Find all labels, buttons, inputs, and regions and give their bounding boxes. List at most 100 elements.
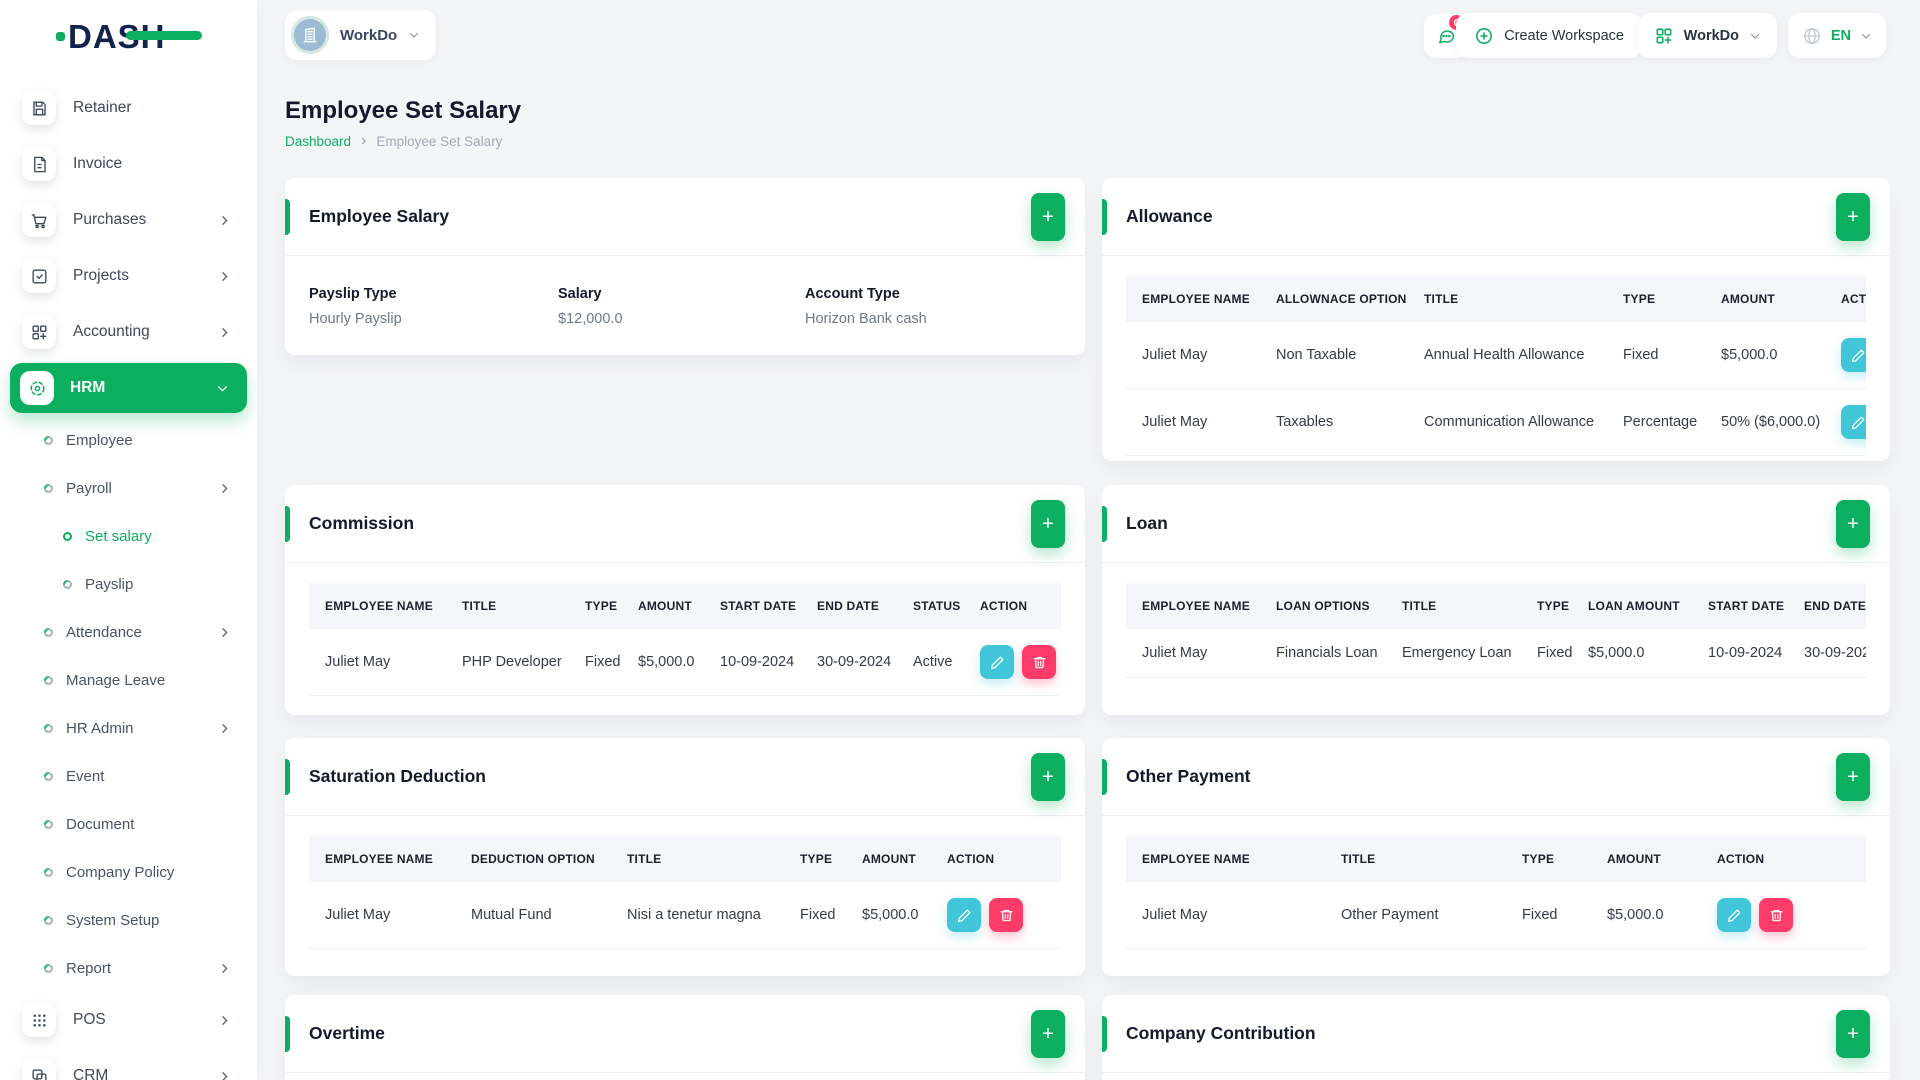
grid-plus-icon xyxy=(22,315,56,349)
bullet-icon xyxy=(42,865,55,879)
sidebar-item-label: Retainer xyxy=(73,99,132,116)
submenu-item-event[interactable]: Event xyxy=(0,752,257,800)
chevron-right-icon xyxy=(218,1070,231,1080)
submenu-item-payslip[interactable]: Payslip xyxy=(0,560,257,608)
edit-button pencil-icon[interactable] xyxy=(980,645,1014,679)
app-menu-button[interactable]: WorkDo xyxy=(1637,13,1777,58)
allowance-table: EMPLOYEE NAME ALLOWNACE OPTION TITLE TYP… xyxy=(1126,276,1866,456)
language-selector[interactable]: EN xyxy=(1787,13,1886,58)
card-title: Saturation Deduction xyxy=(309,766,486,786)
create-workspace-button[interactable]: Create Workspace xyxy=(1456,13,1642,58)
field-account-type: Account Type Horizon Bank cash xyxy=(805,286,927,327)
add-employee-salary-button[interactable]: + xyxy=(1031,193,1065,241)
breadcrumb-dashboard-link[interactable]: Dashboard xyxy=(285,134,351,149)
workspace-avatar building-icon xyxy=(291,16,329,54)
card-title: Commission xyxy=(309,513,415,533)
bullet-icon xyxy=(42,433,55,447)
status-text: Active xyxy=(897,629,964,696)
edit-button pencil-icon[interactable] xyxy=(1717,898,1751,932)
bullet-icon xyxy=(42,961,55,975)
grid-plus-icon xyxy=(1654,26,1674,46)
hrm-people-cycle-icon xyxy=(20,371,54,405)
dots-grid-icon xyxy=(22,1003,56,1037)
sidebar-menu: Retainer Invoice Purchases Projects Acco… xyxy=(0,80,257,1080)
delete-button trash-icon[interactable] xyxy=(1759,898,1793,932)
shopping-cart-icon xyxy=(22,203,56,237)
floppy-disk-icon xyxy=(22,91,56,125)
submenu-item-employee[interactable]: Employee xyxy=(0,416,257,464)
submenu-item-system-setup[interactable]: System Setup xyxy=(0,896,257,944)
sidebar-item-label: POS xyxy=(73,1011,106,1028)
add-overtime-button[interactable]: + xyxy=(1031,1010,1065,1058)
commission-card: Commission + EMPLOYEE NAME TITLE TYPE AM… xyxy=(285,485,1085,715)
bullet-icon xyxy=(42,625,55,639)
breadcrumb-current: Employee Set Salary xyxy=(376,133,503,149)
table-row: Juliet May Other Payment Fixed $5,000.0 xyxy=(1126,882,1866,949)
chevron-right-icon xyxy=(218,482,231,495)
bullet-icon xyxy=(42,817,55,831)
check-square-icon xyxy=(22,259,56,293)
workspace-switcher[interactable]: WorkDo xyxy=(285,10,437,60)
sidebar: DASH Retainer Invoice Purchases Projects… xyxy=(0,0,257,1080)
submenu-item-manage-leave[interactable]: Manage Leave xyxy=(0,656,257,704)
table-header-row: EMPLOYEE NAME ALLOWNACE OPTION TITLE TYP… xyxy=(1126,276,1866,322)
submenu-item-payroll[interactable]: Payroll xyxy=(0,464,257,512)
plus-icon: + xyxy=(1847,765,1859,788)
add-company-contribution-button[interactable]: + xyxy=(1836,1010,1870,1058)
globe-icon xyxy=(1802,26,1822,46)
table-row: Juliet May Taxables Communication Allowa… xyxy=(1126,388,1866,456)
plus-icon: + xyxy=(1042,512,1054,535)
submenu-item-set-salary[interactable]: Set salary xyxy=(0,512,257,560)
overlapping-squares-icon xyxy=(22,1059,56,1080)
workspace-name: WorkDo xyxy=(340,26,398,44)
submenu-item-document[interactable]: Document xyxy=(0,800,257,848)
submenu-item-report[interactable]: Report xyxy=(0,944,257,992)
sidebar-item-purchases[interactable]: Purchases xyxy=(0,192,257,248)
card-title: Overtime xyxy=(309,1023,385,1043)
breadcrumb: Dashboard › Employee Set Salary xyxy=(285,133,502,149)
card-title: Loan xyxy=(1126,513,1168,533)
sidebar-item-label: CRM xyxy=(73,1067,109,1080)
add-saturation-deduction-button[interactable]: + xyxy=(1031,753,1065,801)
company-contribution-card: Company Contribution + xyxy=(1102,995,1890,1080)
app-logo[interactable]: DASH xyxy=(56,16,202,56)
plus-icon: + xyxy=(1847,512,1859,535)
add-other-payment-button[interactable]: + xyxy=(1836,753,1870,801)
table-header-row: EMPLOYEE NAME DEDUCTION OPTION TITLE TYP… xyxy=(309,836,1061,882)
bullet-icon xyxy=(61,529,74,543)
delete-button trash-icon[interactable] xyxy=(989,898,1023,932)
add-allowance-button[interactable]: + xyxy=(1836,193,1870,241)
submenu-item-company-policy[interactable]: Company Policy xyxy=(0,848,257,896)
sidebar-item-pos[interactable]: POS xyxy=(0,992,257,1048)
edit-button pencil-icon[interactable] xyxy=(1841,405,1866,439)
card-header: Employee Salary + xyxy=(285,178,1085,256)
add-loan-button[interactable]: + xyxy=(1836,500,1870,548)
sidebar-item-invoice[interactable]: Invoice xyxy=(0,136,257,192)
card-header: Commission + xyxy=(285,485,1085,563)
table-row: Juliet May Mutual Fund Nisi a tenetur ma… xyxy=(309,882,1061,949)
card-title: Company Contribution xyxy=(1126,1023,1316,1043)
chevron-right-icon xyxy=(218,326,231,339)
card-header: Allowance + xyxy=(1102,178,1890,256)
sidebar-item-crm[interactable]: CRM xyxy=(0,1048,257,1080)
bullet-icon xyxy=(42,913,55,927)
edit-button pencil-icon[interactable] xyxy=(947,898,981,932)
chevron-right-icon xyxy=(218,1014,231,1027)
add-commission-button[interactable]: + xyxy=(1031,500,1065,548)
delete-button trash-icon[interactable] xyxy=(1022,645,1056,679)
table-header-row: EMPLOYEE NAME TITLE TYPE AMOUNT START DA… xyxy=(309,583,1061,629)
sidebar-item-label: Invoice xyxy=(73,155,123,172)
sidebar-item-label: Projects xyxy=(73,267,129,284)
sidebar-item-retainer[interactable]: Retainer xyxy=(0,80,257,136)
table-row: Juliet May PHP Developer Fixed $5,000.0 … xyxy=(309,629,1061,696)
bullet-icon xyxy=(42,673,55,687)
bullet-icon xyxy=(42,769,55,783)
sidebar-item-projects[interactable]: Projects xyxy=(0,248,257,304)
sidebar-item-hrm[interactable]: HRM xyxy=(0,360,257,416)
plus-icon: + xyxy=(1847,1022,1859,1045)
edit-button pencil-icon[interactable] xyxy=(1841,338,1866,372)
submenu-item-attendance[interactable]: Attendance xyxy=(0,608,257,656)
card-title: Employee Salary xyxy=(309,206,450,226)
sidebar-item-accounting[interactable]: Accounting xyxy=(0,304,257,360)
submenu-item-hr-admin[interactable]: HR Admin xyxy=(0,704,257,752)
